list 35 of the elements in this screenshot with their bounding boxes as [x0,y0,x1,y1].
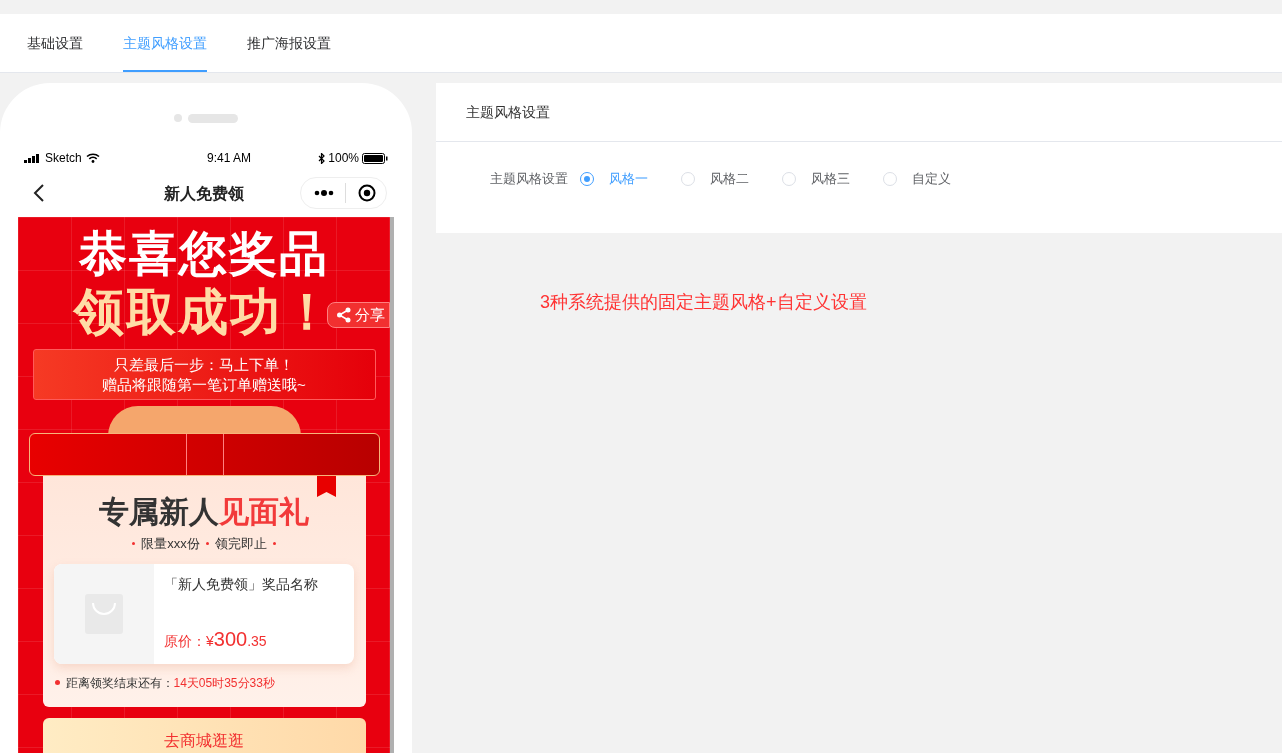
bluetooth-icon [318,152,326,164]
more-icon[interactable] [314,190,334,196]
subtitle-text: 限量xxx份 [141,535,200,553]
field-label: 主题风格设置 [490,170,568,188]
notice-text: 赠品将跟随第一笔订单赠送哦~ [102,374,306,395]
countdown-label: 距离领奖结束还有： [65,674,174,692]
page-title: 新人免费领 [164,184,244,204]
signal-icon [24,153,41,163]
subtitle-text: 领完即止 [214,535,267,553]
tab[interactable]: 基础设置 [27,13,83,72]
tab[interactable]: 推广海报设置 [247,13,331,72]
panel-title: 主题风格设置 [466,102,550,122]
radio-option[interactable]: 自定义 [883,169,951,189]
back-icon[interactable] [33,184,45,202]
ribbon-icon [316,476,336,497]
radio-option[interactable]: 风格二 [681,169,749,189]
battery-icon [362,152,388,164]
battery-percent: 100% [328,150,359,167]
camera-icon [174,114,182,122]
wifi-icon [85,153,100,163]
carrier-label: Sketch [45,150,82,167]
clock-time: 9:41 AM [206,150,251,167]
product-name: 「新人免费领」奖品名称 [164,574,318,594]
radio-option[interactable]: 风格三 [782,169,850,189]
headline: 恭喜您奖品 [79,226,329,282]
price-label: 原价：¥300.35 [164,626,268,652]
annotation-text: 3种系统提供的固定主题风格+自定义设置 [540,291,868,314]
speaker-icon [188,113,238,123]
notice-text: 只差最后一步：马上下单！ [114,354,294,375]
countdown-timer: 14天05时35分33秒 [173,674,275,692]
gift-heading: 专属新人见面礼 [99,494,309,530]
capsule-menu[interactable] [300,177,387,209]
share-button[interactable]: 分享 [327,302,390,328]
close-icon[interactable] [358,184,376,202]
share-icon [336,307,352,323]
